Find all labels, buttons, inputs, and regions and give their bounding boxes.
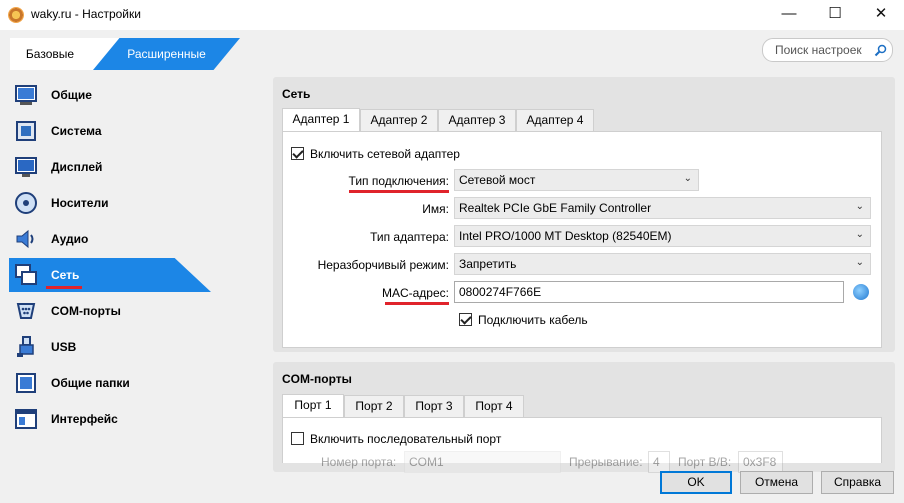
tab-port-1[interactable]: Порт 1	[282, 394, 344, 418]
adapter-type-label: Тип адаптера:	[370, 230, 449, 244]
tab-adapter-1[interactable]: Адаптер 1	[282, 108, 360, 132]
attached-to-underline	[349, 190, 449, 193]
sidebar-item-system[interactable]: Система	[0, 113, 270, 149]
cancel-button[interactable]: Отмена	[740, 471, 813, 494]
port-number-value: COM1	[409, 455, 444, 469]
io-port-label: Порт В/В:	[678, 455, 732, 469]
serial-ports-icon	[16, 303, 36, 319]
port-tab-body: Включить последовательный порт Номер пор…	[282, 417, 882, 473]
enable-adapter-checkbox[interactable]	[291, 147, 304, 160]
irq-value: 4	[653, 455, 660, 469]
sidebar-item-label: Носители	[51, 196, 109, 210]
shared-folders-icon	[16, 373, 36, 393]
chevron-down-icon: ⌄	[683, 173, 692, 184]
sidebar-item-network[interactable]: Сеть	[0, 257, 270, 293]
chevron-down-icon: ⌄	[855, 257, 864, 268]
title-bar: waky.ru - Настройки — ☐ ✕	[0, 0, 904, 30]
sidebar: Общие Система Дисплей Носители Аудио Сет…	[0, 77, 270, 437]
sidebar-item-user-interface[interactable]: Интерфейс	[0, 401, 270, 437]
network-label-underline	[46, 286, 82, 289]
promiscuous-mode-select[interactable]: Запретить ⌄	[454, 253, 871, 275]
adapter-tab-body: Включить сетевой адаптер Тип подключения…	[282, 131, 882, 348]
search-placeholder: Поиск настроек	[775, 43, 862, 57]
tab-port-3[interactable]: Порт 3	[404, 395, 464, 417]
help-button[interactable]: Справка	[821, 471, 894, 494]
sidebar-item-shared-folders[interactable]: Общие папки	[0, 365, 270, 401]
chevron-down-icon: ⌄	[855, 201, 864, 212]
sidebar-item-com-ports[interactable]: COM-порты	[0, 293, 270, 329]
enable-adapter-label: Включить сетевой адаптер	[310, 147, 460, 161]
network-section: Сеть Адаптер 1 Адаптер 2 Адаптер 3 Адапт…	[273, 77, 895, 352]
display-icon	[15, 157, 37, 177]
adapter-type-value: Intel PRO/1000 MT Desktop (82540EM)	[459, 229, 672, 243]
ok-button[interactable]: OK	[660, 471, 732, 494]
sidebar-item-label: Общие	[51, 88, 92, 102]
sidebar-item-audio[interactable]: Аудио	[0, 221, 270, 257]
mac-address-label: MAC-адрес:	[381, 286, 449, 300]
sidebar-item-label: Система	[51, 124, 102, 138]
com-ports-section: COM-порты Порт 1 Порт 2 Порт 3 Порт 4 Вк…	[273, 362, 895, 473]
audio-icon	[16, 229, 34, 249]
sidebar-item-label: USB	[51, 340, 77, 354]
io-port-field[interactable]: 0x3F8	[738, 451, 783, 473]
irq-label: Прерывание:	[569, 455, 643, 469]
io-port-value: 0x3F8	[743, 455, 777, 469]
tab-adapter-2[interactable]: Адаптер 2	[360, 109, 438, 131]
search-icon	[874, 44, 887, 57]
sidebar-item-display[interactable]: Дисплей	[0, 149, 270, 185]
interface-name-select[interactable]: Realtek PCIe GbE Family Controller ⌄	[454, 197, 871, 219]
name-label: Имя:	[422, 202, 449, 216]
minimize-button[interactable]: —	[766, 0, 812, 30]
cable-connected-label: Подключить кабель	[478, 313, 588, 327]
sidebar-item-label: Аудио	[51, 232, 89, 246]
storage-icon	[15, 192, 37, 214]
irq-field[interactable]: 4	[648, 451, 670, 473]
sidebar-item-general[interactable]: Общие	[0, 77, 270, 113]
cable-connected-checkbox[interactable]	[459, 313, 472, 326]
tab-adapter-3[interactable]: Адаптер 3	[438, 109, 516, 131]
enable-serial-port-label: Включить последовательный порт	[310, 432, 502, 446]
network-section-title: Сеть	[282, 87, 311, 101]
chevron-down-icon: ⌄	[855, 229, 864, 240]
sidebar-item-label: Интерфейс	[51, 412, 118, 426]
tab-adapter-4[interactable]: Адаптер 4	[516, 109, 594, 131]
general-icon	[15, 85, 37, 105]
adapter-type-select[interactable]: Intel PRO/1000 MT Desktop (82540EM) ⌄	[454, 225, 871, 247]
app-icon	[8, 7, 24, 23]
maximize-button[interactable]: ☐	[812, 0, 858, 30]
user-interface-icon	[15, 409, 37, 429]
sidebar-item-label: Общие папки	[51, 376, 130, 390]
attached-to-value: Сетевой мост	[459, 173, 536, 187]
enable-serial-port-checkbox[interactable]	[291, 432, 304, 445]
com-ports-section-title: COM-порты	[282, 372, 352, 386]
sidebar-item-label: Дисплей	[51, 160, 103, 174]
network-icon	[15, 264, 37, 285]
tab-port-2[interactable]: Порт 2	[344, 395, 404, 417]
sidebar-item-usb[interactable]: USB	[0, 329, 270, 365]
mac-address-value: 0800274F766E	[459, 285, 542, 299]
attached-to-select[interactable]: Сетевой мост ⌄	[454, 169, 699, 191]
promiscuous-mode-label: Неразборчивый режим:	[317, 258, 449, 272]
port-number-label: Номер порта:	[321, 455, 397, 469]
interface-name-value: Realtek PCIe GbE Family Controller	[459, 201, 652, 215]
window-title: waky.ru - Настройки	[31, 7, 141, 21]
close-button[interactable]: ✕	[858, 0, 904, 30]
attached-to-label: Тип подключения:	[348, 174, 449, 188]
search-input[interactable]: Поиск настроек	[762, 38, 893, 62]
sidebar-item-storage[interactable]: Носители	[0, 185, 270, 221]
mac-address-underline	[385, 302, 449, 305]
port-number-select[interactable]: COM1	[404, 451, 561, 473]
mac-address-field[interactable]: 0800274F766E	[454, 281, 844, 303]
sidebar-item-label: Сеть	[51, 268, 80, 282]
usb-icon	[17, 336, 34, 357]
sidebar-item-label: COM-порты	[51, 304, 121, 318]
promiscuous-mode-value: Запретить	[459, 257, 517, 271]
tab-port-4[interactable]: Порт 4	[464, 395, 524, 417]
generate-mac-icon[interactable]	[853, 284, 869, 300]
system-icon	[16, 121, 36, 141]
